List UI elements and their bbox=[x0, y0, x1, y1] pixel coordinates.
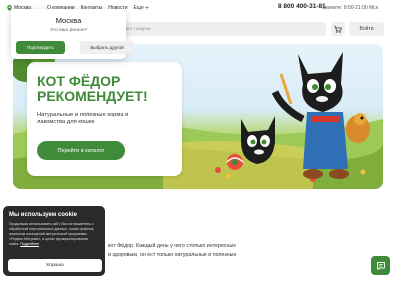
hero-card: КОТ ФЁДОР РЕКОМЕНДУЕТ! Натуральные и пол… bbox=[27, 62, 182, 176]
intro-line-2: и здоровым, он ест только натуральные и … bbox=[108, 251, 237, 258]
catalog-button[interactable]: Перейти в каталог bbox=[37, 141, 125, 160]
cookie-title: Мы используем cookie bbox=[9, 212, 77, 218]
cookie-accept-button[interactable]: Хорошо bbox=[8, 259, 102, 272]
cookie-banner: Мы используем cookie Продолжая использов… bbox=[3, 206, 105, 276]
chat-icon bbox=[376, 261, 385, 270]
intro-text: кот Фёдор. Каждый день у него столько ин… bbox=[108, 242, 278, 259]
working-hours: Звоните: 9:00-21:00 Мск bbox=[322, 5, 378, 11]
cookie-text: Продолжая использовать сайт, Вы соглашае… bbox=[9, 222, 97, 247]
nav-more-label: Еще bbox=[133, 5, 144, 11]
chevron-down-icon bbox=[145, 6, 149, 9]
hero-subtitle: Натуральные и полезные корма и лакомства… bbox=[37, 112, 129, 125]
intro-line-1: кот Фёдор. Каждый день у него столько ин… bbox=[108, 243, 236, 249]
city-confirm-popup: Москва Это ваш регион? Подтвердить Выбра… bbox=[11, 9, 134, 59]
cart-button[interactable] bbox=[331, 22, 345, 36]
login-button[interactable]: Войти bbox=[349, 22, 384, 36]
choose-other-city-button[interactable]: Выбрать другой bbox=[80, 41, 134, 54]
chat-button[interactable] bbox=[371, 256, 390, 275]
popup-question: Это ваш регион? bbox=[49, 28, 88, 33]
phone-number[interactable]: 8 800 400-31-81 bbox=[278, 3, 326, 10]
hero-title: КОТ ФЁДОР РЕКОМЕНДУЕТ! bbox=[37, 73, 148, 104]
search-input[interactable]: ...иск товаров bbox=[116, 22, 326, 36]
popup-city: Москва bbox=[55, 16, 82, 25]
cart-icon bbox=[334, 25, 342, 33]
nav-more[interactable]: Еще bbox=[134, 5, 150, 11]
confirm-city-button[interactable]: Подтвердить bbox=[16, 41, 65, 54]
cookie-more-link[interactable]: Подробнее bbox=[20, 242, 39, 246]
